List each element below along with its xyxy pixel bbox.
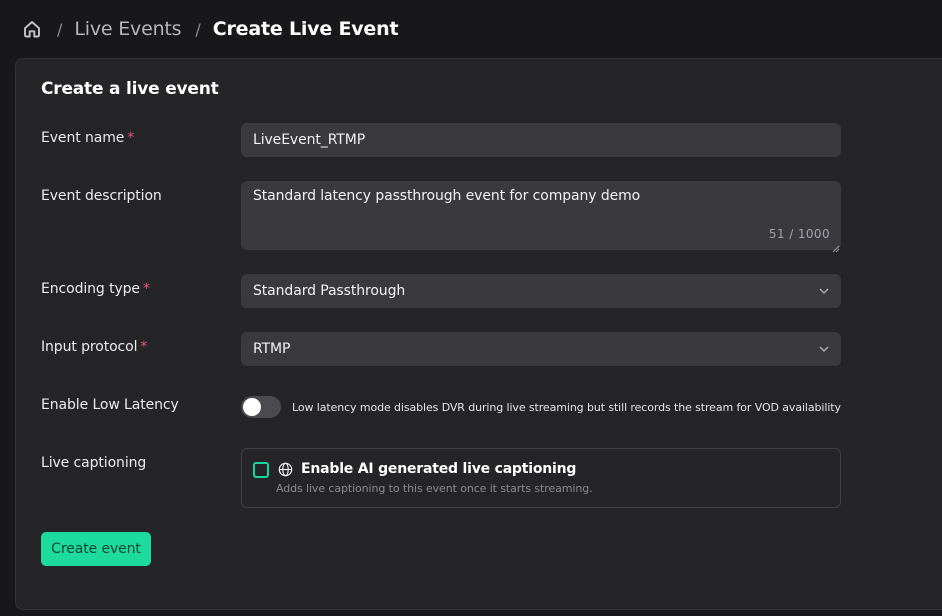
low-latency-label: Enable Low Latency [41, 397, 179, 413]
breadcrumb-separator: / [57, 19, 63, 39]
event-description-label: Event description [41, 188, 162, 204]
input-protocol-label: Input protocol * [41, 339, 147, 355]
event-name-label-text: Event name [41, 130, 125, 146]
live-captioning-title[interactable]: Enable AI generated live captioning [301, 461, 576, 477]
low-latency-description: Low latency mode disables DVR during liv… [292, 401, 841, 414]
home-icon[interactable] [21, 18, 43, 40]
create-event-button[interactable]: Create event [41, 532, 151, 566]
breadcrumb-bar: / Live Events / Create Live Event [0, 0, 942, 58]
live-captioning-checkbox[interactable] [253, 462, 269, 478]
input-protocol-value: RTMP [253, 341, 291, 357]
character-counter: 51 / 1000 [768, 227, 830, 241]
input-protocol-label-text: Input protocol [41, 339, 138, 355]
low-latency-toggle[interactable] [241, 396, 281, 418]
live-captioning-label: Live captioning [41, 455, 147, 471]
resize-handle-icon[interactable] [832, 241, 840, 253]
event-name-input[interactable]: LiveEvent_RTMP [241, 123, 841, 157]
chevron-down-icon [818, 285, 830, 297]
event-name-label: Event name * [41, 130, 134, 146]
breadcrumb-live-events[interactable]: Live Events [74, 18, 181, 40]
form-title: Create a live event [41, 79, 219, 99]
chevron-down-icon [818, 343, 830, 355]
globe-icon [278, 462, 293, 477]
required-marker: * [127, 130, 135, 146]
encoding-type-select[interactable]: Standard Passthrough [241, 274, 841, 308]
event-description-textarea[interactable]: Standard latency passthrough event for c… [241, 181, 841, 253]
toggle-knob [243, 398, 261, 416]
live-captioning-option: Enable AI generated live captioning Adds… [241, 448, 841, 508]
input-protocol-select[interactable]: RTMP [241, 332, 841, 366]
event-description-value: Standard latency passthrough event for c… [253, 188, 641, 204]
breadcrumb-current-page: Create Live Event [212, 18, 399, 40]
create-event-card: Create a live event Event name * LiveEven… [15, 58, 942, 610]
live-captioning-description: Adds live captioning to this event once … [276, 482, 593, 495]
required-marker: * [140, 339, 148, 355]
encoding-type-label-text: Encoding type [41, 281, 140, 297]
encoding-type-value: Standard Passthrough [253, 283, 406, 299]
encoding-type-label: Encoding type * [41, 281, 150, 297]
required-marker: * [142, 281, 150, 297]
breadcrumb-separator: / [195, 19, 201, 39]
